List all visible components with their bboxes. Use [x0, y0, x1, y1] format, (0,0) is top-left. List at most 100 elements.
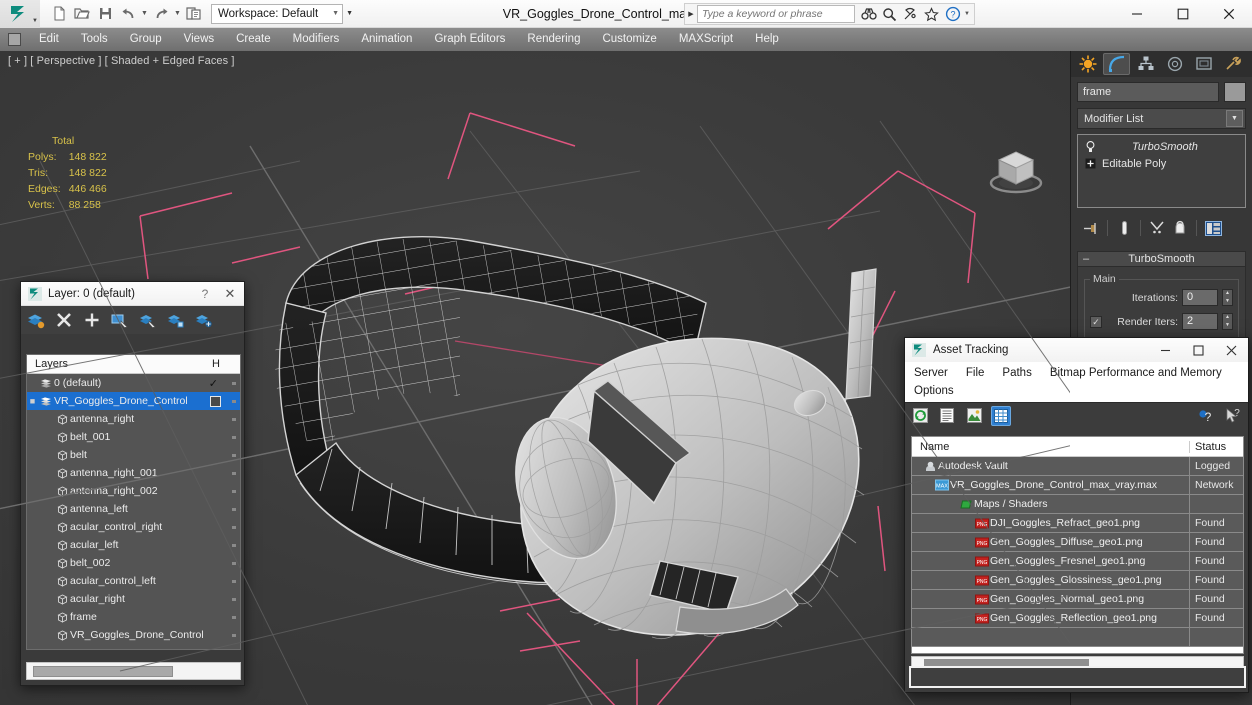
menu-item-animation[interactable]: Animation	[350, 28, 423, 51]
svg-text:?: ?	[950, 9, 955, 19]
asset-status	[1189, 494, 1243, 514]
object-color-swatch[interactable]	[1224, 82, 1246, 102]
viewport-statistics: Total Polys: 148 822 Tris: 148 822 Edges…	[6, 133, 111, 213]
render-iters-value[interactable]: 2	[1182, 313, 1218, 330]
maximize-button[interactable]	[1160, 0, 1206, 28]
quick-access-toolbar: ▼ ▼	[40, 3, 205, 25]
asset-status: Found	[1189, 589, 1243, 609]
menu-app-button[interactable]	[0, 28, 28, 51]
modifier-list-dropdown[interactable]: Modifier List ▼	[1077, 108, 1246, 129]
turbosmooth-rollout-header[interactable]: – TurboSmooth	[1077, 251, 1246, 267]
search-input[interactable]	[697, 5, 855, 23]
project-folder-icon[interactable]	[183, 3, 205, 25]
binoculars-icon[interactable]	[859, 5, 878, 24]
render-iters-checkbox[interactable]: ✓	[1090, 315, 1102, 328]
iterations-spinner[interactable]: ▲ ▼	[1222, 289, 1233, 306]
menu-item-create[interactable]: Create	[225, 28, 282, 51]
asset-status: Network	[1189, 475, 1243, 495]
modifier-stack-item-turbosmooth[interactable]: TurboSmooth	[1080, 138, 1243, 155]
motion-tab[interactable]	[1161, 53, 1188, 75]
help-dropdown-icon[interactable]: ▼	[964, 11, 970, 17]
asset-status: Logged	[1189, 456, 1243, 476]
asset-status: Found	[1189, 532, 1243, 552]
modify-tab[interactable]	[1103, 53, 1130, 75]
iterations-row: Iterations: 0 ▲ ▼	[1090, 288, 1233, 307]
menu-item-help[interactable]: Help	[744, 28, 790, 51]
perspective-viewport[interactable]: [ + ] [ Perspective ] [ Shaded + Edged F…	[0, 51, 1070, 705]
magnifier-icon[interactable]	[880, 5, 899, 24]
menu-item-views[interactable]: Views	[173, 28, 225, 51]
app-logo-icon[interactable]: ▼	[0, 0, 40, 28]
collapse-icon[interactable]: –	[1083, 254, 1089, 265]
vr-goggles-model[interactable]	[0, 51, 1070, 705]
command-panel-tabs	[1071, 51, 1252, 77]
group-title-main: Main	[1090, 273, 1119, 285]
help-icon[interactable]: ?	[943, 5, 962, 24]
stats-tris-label: Tris:	[28, 167, 49, 179]
configure-modifier-sets-icon[interactable]	[1203, 218, 1223, 238]
view-cube[interactable]	[985, 136, 1047, 198]
help-question-icon[interactable]: ?	[1196, 406, 1216, 426]
command-panel-body: frame Modifier List ▼ TurboSmooth Editab…	[1071, 77, 1252, 366]
asset-status: Found	[1189, 570, 1243, 590]
modifier-list-label: Modifier List	[1084, 112, 1144, 125]
menu-item-edit[interactable]: Edit	[28, 28, 70, 51]
pin-stack-icon[interactable]	[1081, 218, 1101, 238]
redo-icon[interactable]	[150, 3, 172, 25]
title-bar: ▼ ▼ ▼ Workspace: Default ▼ ▼ VR_Goggles_…	[0, 0, 1252, 28]
asset-status: Found	[1189, 513, 1243, 533]
at-close-button[interactable]	[1215, 338, 1248, 362]
context-help-icon[interactable]: ?	[1223, 406, 1243, 426]
object-name-row: frame	[1077, 82, 1246, 102]
modifier-stack-item-editable-poly[interactable]: Editable Poly	[1080, 155, 1243, 172]
remove-modifier-icon[interactable]	[1170, 218, 1190, 238]
workspace-caret-icon: ▼	[332, 10, 340, 17]
toolbar-separator	[1196, 220, 1197, 236]
menu-item-rendering[interactable]: Rendering	[516, 28, 591, 51]
modifier-stack[interactable]: TurboSmooth Editable Poly	[1077, 134, 1246, 208]
asset-status: Found	[1189, 551, 1243, 571]
render-iters-spinner[interactable]: ▲ ▼	[1222, 313, 1233, 330]
workspace-selector[interactable]: Workspace: Default ▼	[211, 3, 344, 24]
chevron-down-icon: ▼	[1226, 110, 1243, 127]
stats-verts-value: 88 258	[68, 199, 101, 211]
menu-item-graph-editors[interactable]: Graph Editors	[423, 28, 516, 51]
at-minimize-button[interactable]	[1149, 338, 1182, 362]
menu-item-modifiers[interactable]: Modifiers	[282, 28, 351, 51]
close-button[interactable]	[1206, 0, 1252, 28]
plus-box-icon[interactable]	[1084, 158, 1096, 170]
star-icon[interactable]	[922, 5, 941, 24]
object-name-field[interactable]: frame	[1077, 82, 1219, 102]
light-bulb-icon[interactable]	[1084, 140, 1096, 153]
workspace-dropdown-icon[interactable]: ▼	[343, 4, 356, 24]
create-tab[interactable]	[1074, 53, 1101, 75]
asset-column-status: Status	[1189, 440, 1243, 453]
utilities-tab[interactable]	[1219, 53, 1246, 75]
redo-dropdown-icon[interactable]: ▼	[173, 3, 182, 25]
asset-status	[1189, 627, 1243, 647]
undo-icon[interactable]	[117, 3, 139, 25]
display-tab[interactable]	[1190, 53, 1217, 75]
modifier-name-editable-poly: Editable Poly	[1102, 157, 1167, 170]
open-file-icon[interactable]	[71, 3, 93, 25]
make-unique-icon[interactable]	[1147, 218, 1167, 238]
save-file-icon[interactable]	[94, 3, 116, 25]
undo-dropdown-icon[interactable]: ▼	[140, 3, 149, 25]
menu-item-customize[interactable]: Customize	[591, 28, 667, 51]
show-end-result-icon[interactable]	[1114, 218, 1134, 238]
satellite-icon[interactable]	[901, 5, 920, 24]
svg-text:?: ?	[1234, 408, 1240, 419]
menu-item-maxscript[interactable]: MAXScript	[668, 28, 744, 51]
stats-verts-label: Verts:	[28, 199, 55, 211]
window-controls	[1114, 0, 1252, 28]
stats-header: Total	[52, 135, 75, 147]
new-file-icon[interactable]	[48, 3, 70, 25]
hierarchy-tab[interactable]	[1132, 53, 1159, 75]
menu-item-group[interactable]: Group	[119, 28, 173, 51]
at-maximize-button[interactable]	[1182, 338, 1215, 362]
iterations-value[interactable]: 0	[1182, 289, 1218, 306]
minimize-button[interactable]	[1114, 0, 1160, 28]
search-expand-icon[interactable]: ▶	[685, 4, 697, 24]
render-iters-row: ✓ Render Iters: 2 ▲ ▼	[1090, 312, 1233, 331]
menu-item-tools[interactable]: Tools	[70, 28, 119, 51]
